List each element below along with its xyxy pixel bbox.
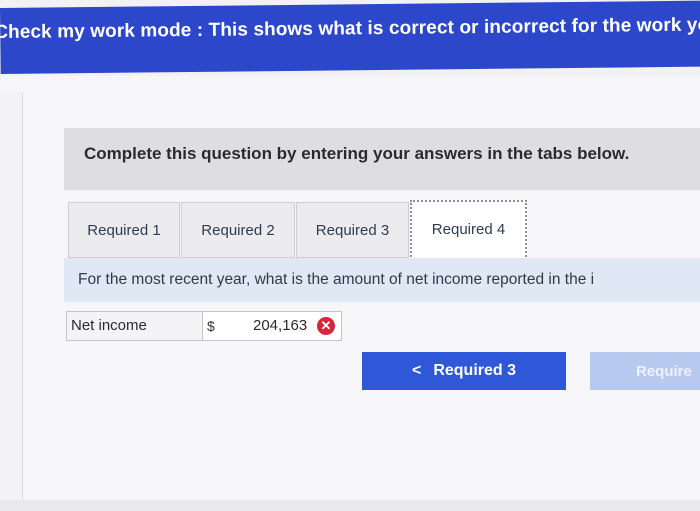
tab-required-2[interactable]: Required 2 [181, 202, 295, 258]
currency-symbol: $ [207, 318, 215, 334]
previous-required-3-button[interactable]: < Required 3 [362, 352, 566, 390]
net-income-input[interactable]: 204,163 [253, 312, 307, 340]
check-my-work-banner: Check my work mode : This shows what is … [0, 0, 700, 74]
requirement-tabs: Required 1 Required 2 Required 3 Require… [64, 200, 700, 260]
answer-row: Net income $ 204,163 ✕ [66, 311, 342, 341]
instruction-bar: Complete this question by entering your … [64, 128, 700, 190]
tab-required-4-active[interactable]: Required 4 [410, 200, 527, 260]
question-text: For the most recent year, what is the am… [78, 271, 595, 288]
incorrect-x-icon: ✕ [317, 317, 335, 335]
left-panel-edge [0, 92, 23, 502]
answer-label: Net income [67, 312, 203, 340]
next-required-button[interactable]: Require [590, 352, 700, 390]
tab-required-1[interactable]: Required 1 [68, 202, 180, 258]
tab-required-3[interactable]: Required 3 [296, 202, 409, 258]
bottom-edge [0, 500, 700, 511]
question-prompt: For the most recent year, what is the am… [64, 258, 700, 302]
chevron-left-icon: < [411, 362, 422, 379]
next-button-label: Require [636, 362, 692, 380]
banner-text: Check my work mode : This shows what is … [0, 14, 700, 44]
prev-button-label: Required 3 [433, 362, 517, 379]
instruction-text: Complete this question by entering your … [84, 144, 630, 163]
